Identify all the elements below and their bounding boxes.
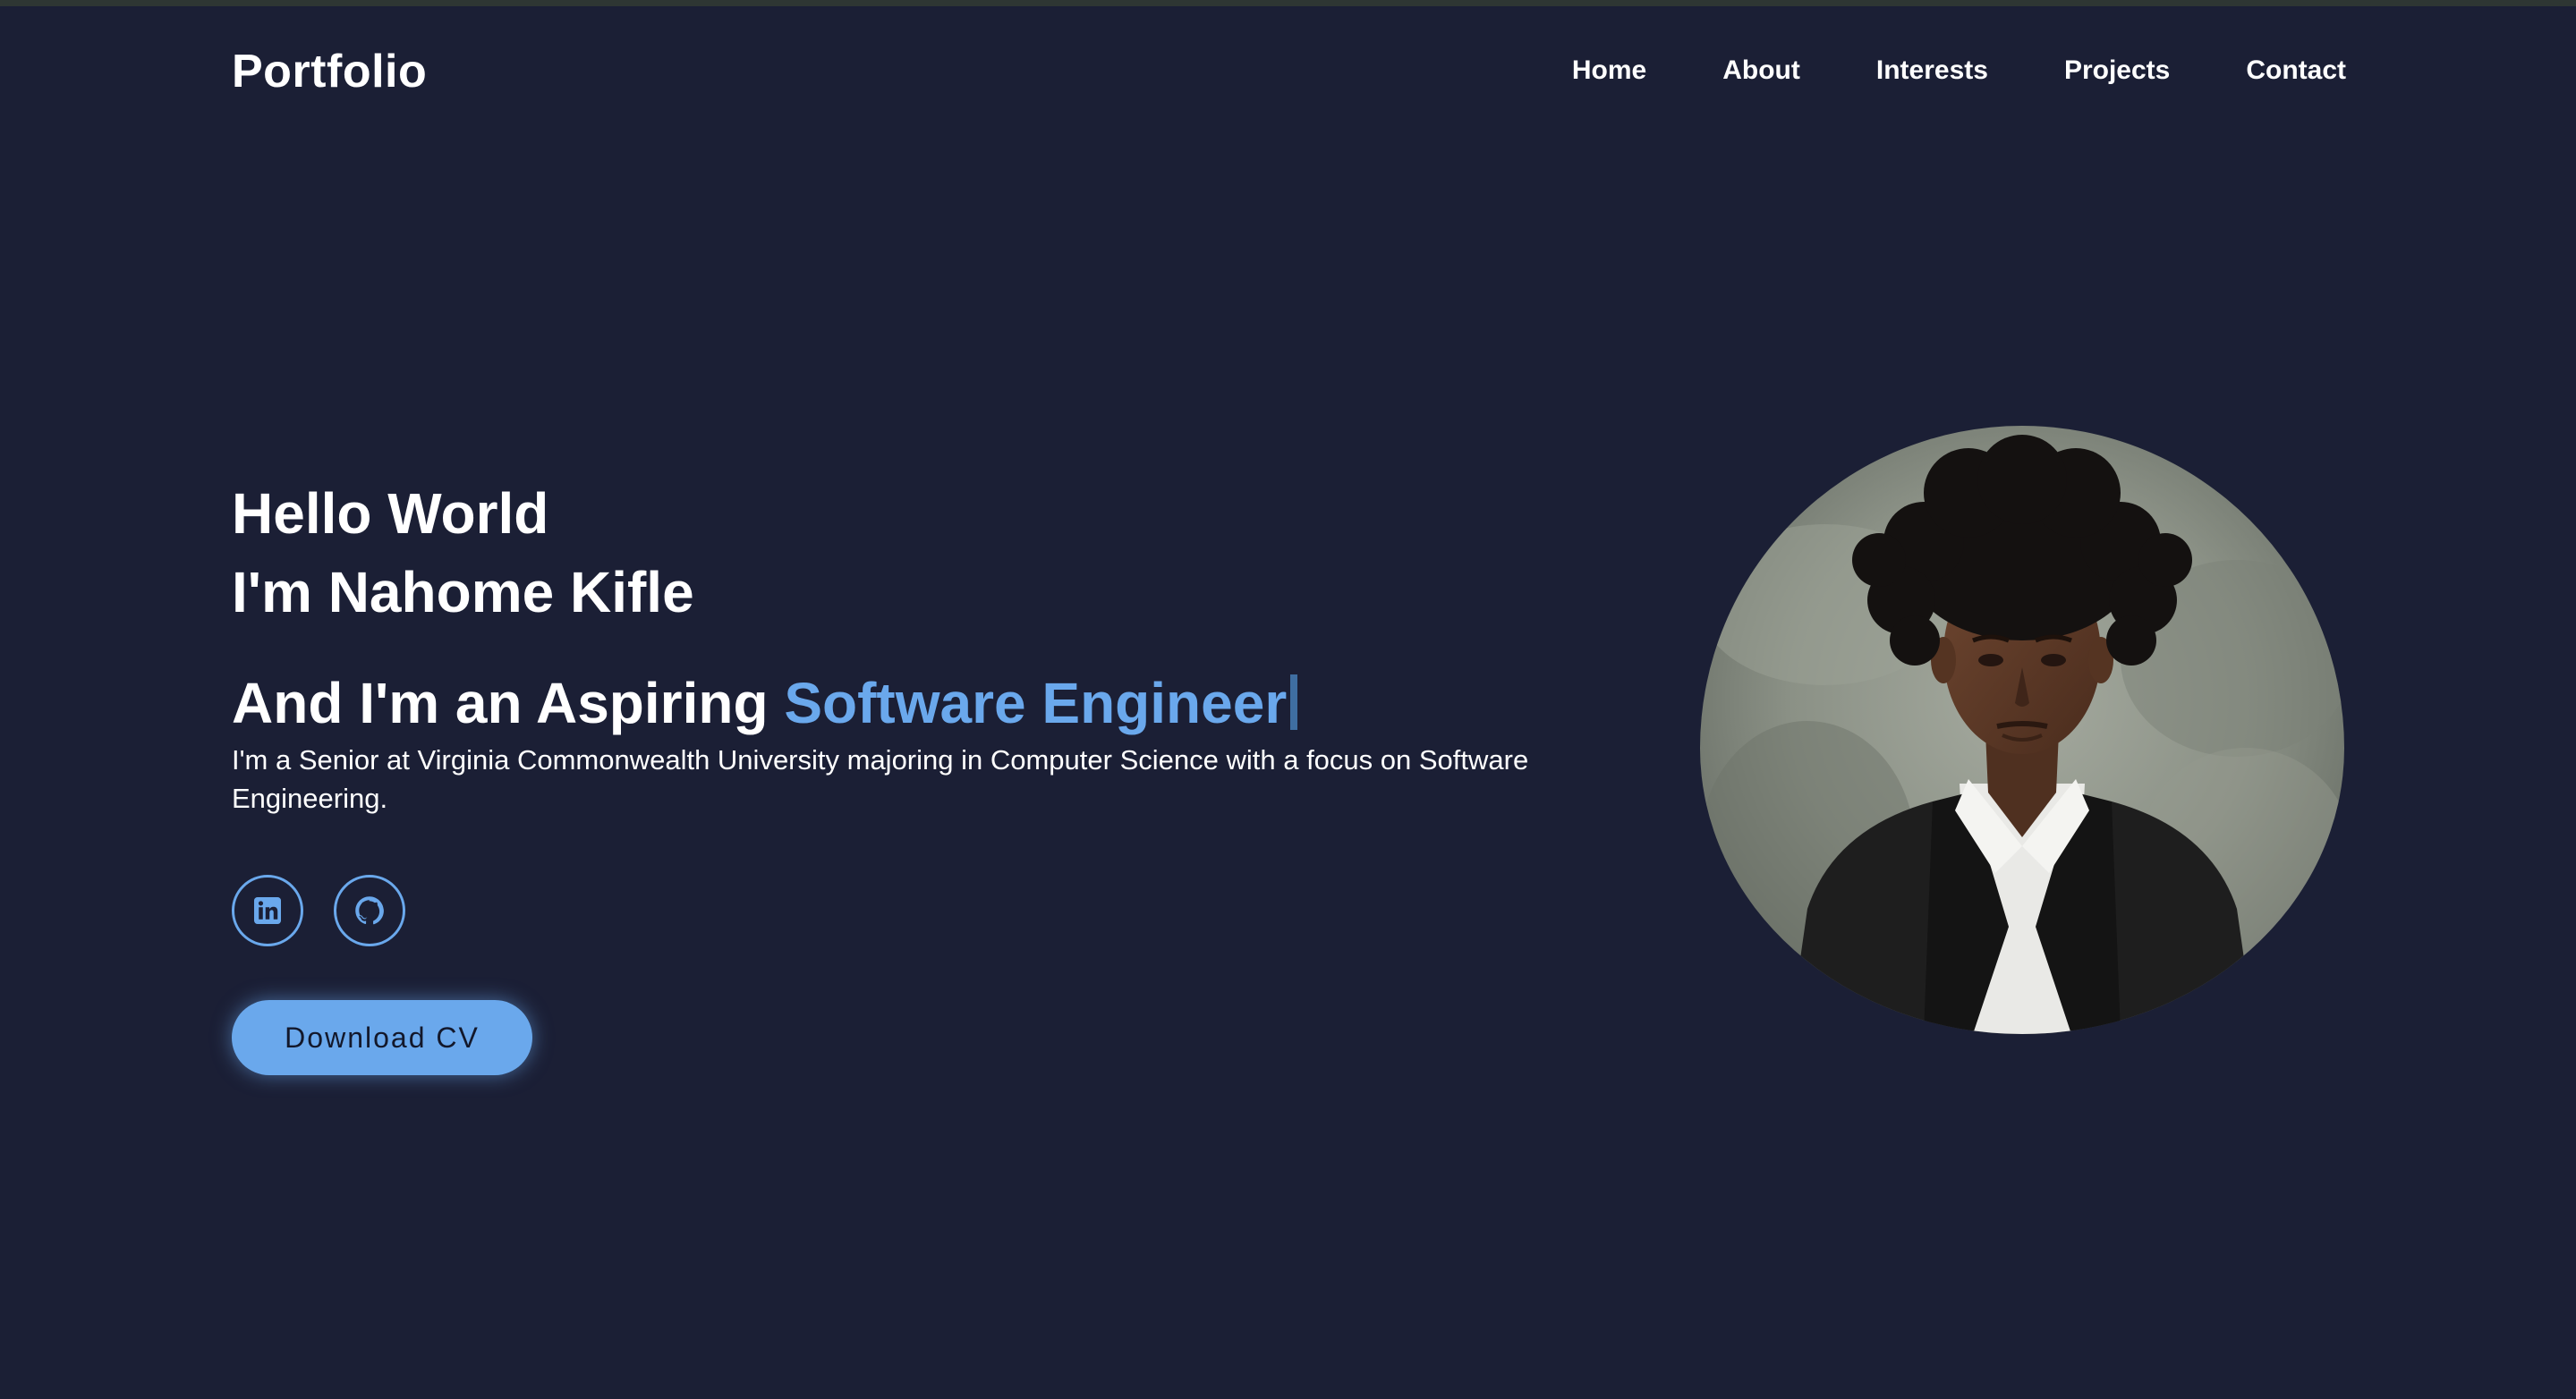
nav-about-link[interactable]: About (1722, 55, 1800, 86)
profile-photo-illustration (1700, 426, 2344, 1034)
greeting-name: I'm Nahome Kifle (232, 560, 694, 624)
window-top-border (0, 0, 2576, 6)
greeting-title: Hello World I'm Nahome Kifle (232, 474, 1663, 632)
site-header: Portfolio Home About Interests Projects … (0, 6, 2576, 140)
nav-projects-link[interactable]: Projects (2064, 55, 2170, 86)
hero-section: Hello World I'm Nahome Kifle And I'm an … (232, 474, 1663, 1075)
role-headline: And I'm an Aspiring Software Engineer (232, 666, 1663, 741)
download-cv-button[interactable]: Download CV (232, 1000, 532, 1075)
social-links (232, 875, 1663, 946)
github-button[interactable] (334, 875, 405, 946)
bio-text: I'm a Senior at Virginia Commonwealth Un… (232, 744, 1529, 814)
nav-contact-link[interactable]: Contact (2246, 55, 2346, 86)
linkedin-icon (254, 897, 281, 924)
nav-home-link[interactable]: Home (1572, 55, 1646, 86)
greeting-hello: Hello World (232, 481, 549, 546)
role-highlight: Software Engineer (784, 671, 1288, 735)
nav-interests-link[interactable]: Interests (1876, 55, 1988, 86)
github-icon (355, 896, 384, 925)
site-logo[interactable]: Portfolio (232, 45, 427, 98)
role-prefix: And I'm an Aspiring (232, 671, 785, 735)
typing-cursor (1290, 674, 1298, 730)
linkedin-button[interactable] (232, 875, 303, 946)
main-nav: Home About Interests Projects Contact (1572, 55, 2346, 86)
profile-photo (1700, 426, 2344, 1034)
